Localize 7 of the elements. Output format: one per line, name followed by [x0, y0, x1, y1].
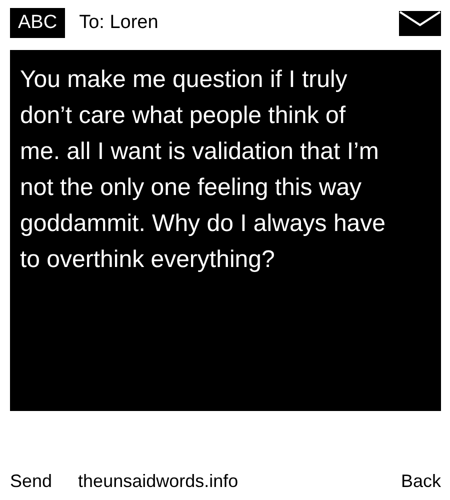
- message-field[interactable]: You make me question if I truly don’t care what people think of me. all I want is validation that I’m not the only one feeling this way goddammit. Why do I always have to overthink everything?: [10, 50, 441, 411]
- envelope-icon: [399, 10, 441, 36]
- website-label: theunsaidwords.info: [78, 471, 240, 492]
- input-mode-label: ABC: [10, 8, 66, 38]
- send-button[interactable]: Send: [10, 471, 52, 492]
- back-button[interactable]: Back: [400, 471, 441, 492]
- recipient-label: To: Loren: [79, 12, 160, 34]
